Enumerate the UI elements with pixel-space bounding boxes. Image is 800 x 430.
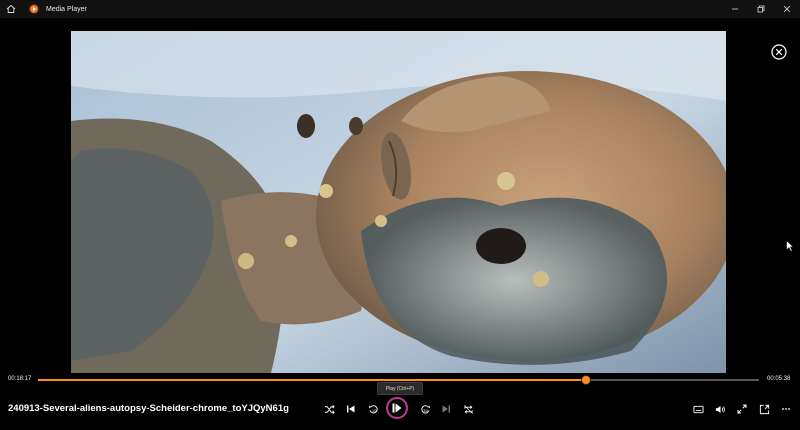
miniplayer-icon	[759, 404, 769, 414]
repeat-button[interactable]	[460, 401, 476, 417]
seek-handle[interactable]	[581, 376, 590, 384]
volume-icon	[715, 405, 725, 413]
svg-text:10: 10	[371, 408, 376, 412]
volume-button[interactable]	[712, 401, 728, 417]
rewind-10-button[interactable]: 10	[365, 401, 381, 417]
miniplayer-button[interactable]	[756, 401, 772, 417]
home-icon	[6, 4, 16, 13]
repeat-off-icon	[463, 404, 473, 414]
rewind-10-icon: 10	[368, 404, 378, 413]
home-button[interactable]	[0, 0, 22, 18]
window-title: Media Player	[46, 5, 87, 13]
forward-30-button[interactable]: 30	[417, 401, 433, 417]
title-bar: Media Player	[0, 0, 800, 18]
previous-icon	[347, 405, 355, 413]
window-close-button[interactable]	[774, 0, 800, 18]
close-circle-icon[interactable]	[771, 44, 787, 60]
forward-30-icon: 30	[420, 404, 430, 413]
close-icon	[783, 5, 791, 13]
media-player-icon	[28, 3, 40, 15]
play-tooltip: Play (Ctrl+P)	[377, 382, 423, 395]
total-time: 00:05:38	[767, 376, 791, 382]
minimize-button[interactable]	[722, 0, 748, 18]
fullscreen-icon	[737, 404, 747, 414]
current-time: 00:18:17	[8, 376, 32, 382]
restore-icon	[757, 5, 765, 13]
fullscreen-button[interactable]	[734, 401, 750, 417]
play-icon	[392, 403, 402, 413]
video-frame[interactable]	[71, 31, 726, 373]
restore-button[interactable]	[748, 0, 774, 18]
video-still	[71, 31, 726, 373]
seek-bar-progress	[38, 379, 586, 381]
more-icon	[782, 408, 790, 410]
mouse-cursor-icon	[786, 240, 794, 252]
media-title: 240913-Several-aliens-autopsy-Scheider-c…	[8, 403, 289, 414]
shuffle-button[interactable]	[321, 401, 337, 417]
shuffle-icon	[324, 404, 335, 414]
svg-text:30: 30	[423, 408, 428, 412]
more-options-button[interactable]	[778, 401, 794, 417]
subtitles-button[interactable]	[690, 401, 706, 417]
minimize-icon	[732, 8, 738, 10]
previous-button[interactable]	[343, 401, 359, 417]
play-button[interactable]	[386, 397, 408, 419]
seek-bar[interactable]	[38, 376, 759, 384]
next-icon	[442, 405, 450, 413]
subtitles-icon	[692, 405, 704, 413]
next-button[interactable]	[438, 401, 454, 417]
